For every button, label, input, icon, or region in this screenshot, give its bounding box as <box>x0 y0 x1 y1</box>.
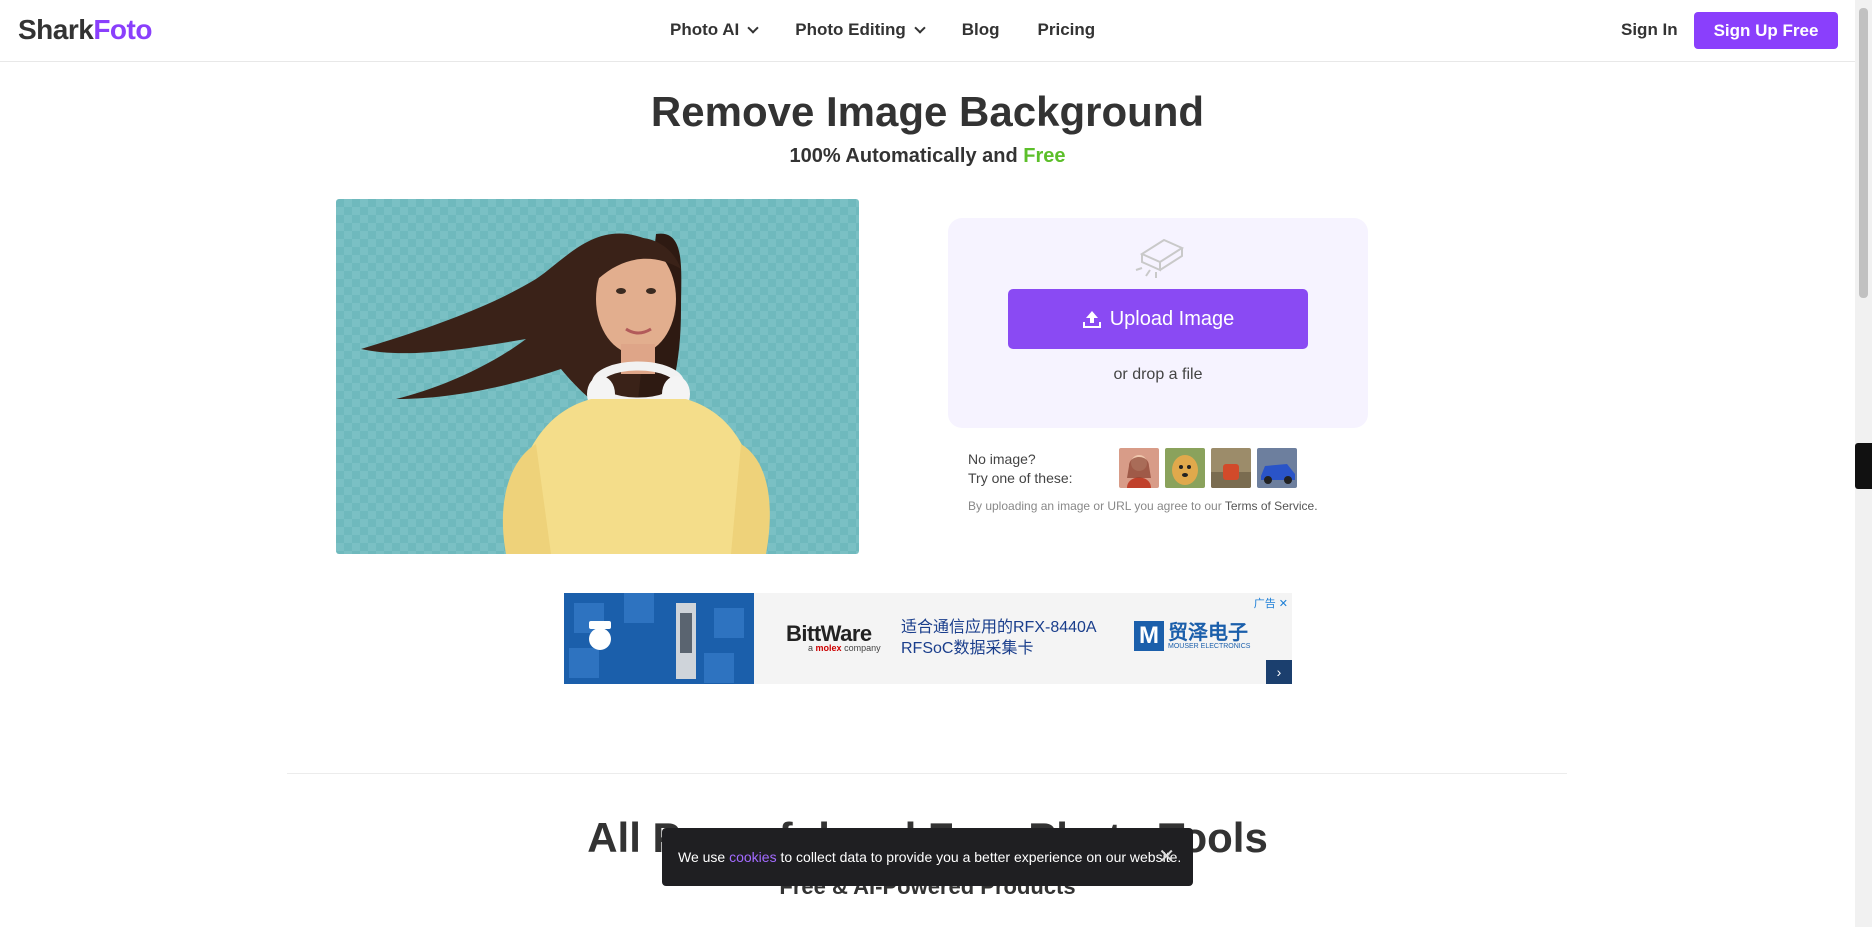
nav-blog[interactable]: Blog <box>962 20 1000 40</box>
ad-close-icon[interactable]: ✕ <box>1279 598 1288 610</box>
chevron-down-icon <box>914 22 926 34</box>
nav-pricing[interactable]: Pricing <box>1038 20 1096 40</box>
sign-in-link[interactable]: Sign In <box>1621 20 1678 40</box>
sample-images-label: No image? Try one of these: <box>968 451 1073 486</box>
sharkfoto-logo[interactable]: SharkFoto <box>18 14 152 46</box>
main-nav: Photo AI Photo Editing Blog Pricing <box>670 20 1133 40</box>
close-icon[interactable]: ✕ <box>1158 844 1175 869</box>
sample-image-dog[interactable] <box>1165 448 1205 488</box>
nav-photo-editing[interactable]: Photo Editing <box>795 20 926 40</box>
ad-tag[interactable]: 广告 ✕ <box>1254 595 1288 611</box>
demo-image <box>336 199 859 554</box>
side-feedback-tab[interactable] <box>1855 443 1872 489</box>
advertisement-banner[interactable]: BittWare a molex company 适合通信应用的RFX-8440… <box>564 593 1292 684</box>
cookies-link[interactable]: cookies <box>729 849 776 865</box>
page-subtitle: 100% Automatically and Free <box>789 145 1066 167</box>
chevron-down-icon <box>747 22 759 34</box>
ad-brand-subtitle: a molex company <box>808 643 881 653</box>
sample-image-product[interactable] <box>1211 448 1251 488</box>
top-navbar: SharkFoto Photo AI Photo Editing Blog Pr… <box>0 0 1855 62</box>
terms-notice: By uploading an image or URL you agree t… <box>968 499 1318 513</box>
upload-icon <box>1082 311 1101 328</box>
ad-mouser-logo: M 贸泽电子 MOUSER ELECTRONICS <box>1134 621 1250 651</box>
terms-link[interactable]: Terms of Service. <box>1225 499 1318 513</box>
cookie-banner: We use cookies to collect data to provid… <box>662 828 1193 886</box>
page-title: Remove Image Background <box>650 88 1205 135</box>
nav-photo-ai[interactable]: Photo AI <box>670 20 759 40</box>
ad-copy: 适合通信应用的RFX-8440A RFSoC数据采集卡 <box>901 619 1097 657</box>
sample-image-car[interactable] <box>1257 448 1297 488</box>
cookie-message: We use cookies to collect data to provid… <box>678 849 1182 865</box>
upload-dropzone[interactable]: Upload Image or drop a file <box>948 218 1368 428</box>
upload-image-button[interactable]: Upload Image <box>1008 289 1308 349</box>
section-divider <box>287 773 1567 774</box>
drop-hint: or drop a file <box>1113 366 1203 383</box>
ad-next-button[interactable]: › <box>1266 660 1292 684</box>
eraser-icon <box>1128 230 1188 280</box>
sample-images <box>1119 448 1297 488</box>
scrollbar-thumb[interactable] <box>1859 8 1868 298</box>
sign-up-button[interactable]: Sign Up Free <box>1694 12 1838 49</box>
sample-image-woman[interactable] <box>1119 448 1159 488</box>
ad-product-image <box>564 593 754 684</box>
